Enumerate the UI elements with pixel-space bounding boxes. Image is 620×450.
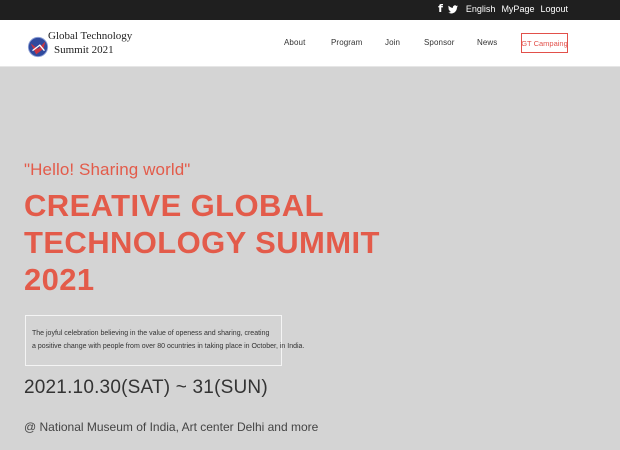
event-dates: 2021.10.30(SAT) ~ 31(SUN) [24, 377, 268, 398]
nav-about[interactable]: About [284, 38, 305, 47]
hero-title-line-1: CREATIVE GLOBAL [24, 188, 324, 223]
nav-program[interactable]: Program [331, 38, 362, 47]
logout-link[interactable]: Logout [540, 4, 568, 14]
mypage-link[interactable]: MyPage [501, 4, 534, 14]
language-link[interactable]: English [466, 4, 496, 14]
nav-sponsor[interactable]: Sponsor [424, 38, 455, 47]
hero-tagline: "Hello! Sharing world" [24, 160, 191, 179]
hero-section: "Hello! Sharing world" CREATIVE GLOBAL T… [24, 160, 380, 434]
gt-campaign-button[interactable]: GT Campaing [521, 33, 568, 53]
facebook-icon[interactable]: f [438, 3, 443, 14]
nav-news[interactable]: News [477, 38, 497, 47]
main-nav: About Program Join Sponsor News GT Campa… [0, 20, 620, 67]
hero-title-line-3: 2021 [24, 262, 95, 297]
social-links: f [438, 3, 458, 14]
twitter-icon[interactable] [447, 4, 458, 14]
hero-description-line-2: a positive change with people from over … [32, 343, 305, 350]
utility-links: f English MyPage Logout [438, 3, 568, 14]
utility-bar: f English MyPage Logout [0, 0, 620, 20]
nav-join[interactable]: Join [385, 38, 400, 47]
hero-description-box: The joyful celebration believing in the … [25, 315, 305, 366]
site-header: Global Technology Summit 2021 About Prog… [0, 20, 620, 67]
hero-title: CREATIVE GLOBAL TECHNOLOGY SUMMIT 2021 [24, 187, 380, 298]
event-venue: @ National Museum of India, Art center D… [24, 420, 319, 434]
hero-title-line-2: TECHNOLOGY SUMMIT [24, 225, 380, 260]
